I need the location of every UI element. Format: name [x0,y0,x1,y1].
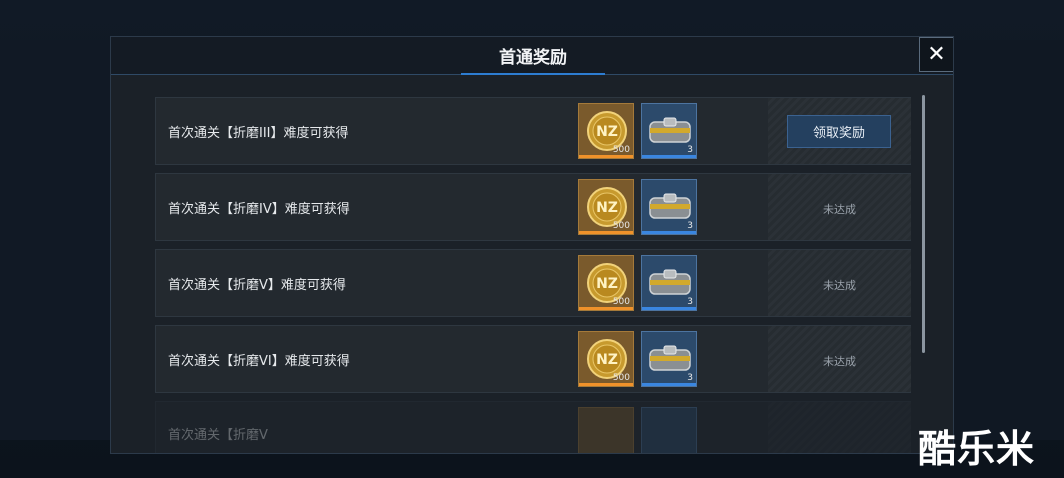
coin-reward-slot[interactable]: NZ 500 [578,179,634,235]
chest-reward-slot[interactable]: 3 [641,179,697,235]
status-area: 未达成 [768,326,911,392]
modal-header: 首通奖励 ✕ [111,37,953,75]
rarity-bar [579,155,633,158]
chest-quantity: 3 [687,373,693,383]
supply-chest-icon [649,117,691,143]
rarity-bar [642,307,696,310]
reward-row-label: 首次通关【折磨V [168,428,268,443]
supply-chest-icon [649,345,691,371]
claim-reward-button[interactable]: 领取奖励 [787,115,891,148]
coin-reward-slot[interactable]: NZ 500 [578,255,634,311]
supply-chest-icon [649,193,691,219]
coin-quantity: 500 [612,373,630,383]
svg-text:NZ: NZ [596,352,618,368]
chest-reward-slot[interactable]: 3 [641,331,697,387]
chest-quantity: 3 [687,297,693,307]
modal-title: 首通奖励 [499,48,567,68]
rarity-bar [642,155,696,158]
chest-reward-slot[interactable]: 3 [641,255,697,311]
watermark: 酷乐米 [918,427,1036,471]
reward-row-label: 首次通关【折磨IV】难度可获得 [168,202,350,217]
rarity-bar [579,231,633,234]
chest-quantity: 3 [687,145,693,155]
reward-row: 首次通关【折磨V [155,401,911,453]
status-not-achieved: 未达成 [823,355,856,368]
scrollbar[interactable] [922,95,925,353]
coin-quantity: 500 [612,221,630,231]
first-clear-rewards-modal: 首通奖励 ✕ 首次通关【折磨III】难度可获得 NZ 500 3 领取奖励 首次… [110,36,954,454]
status-not-achieved: 未达成 [823,279,856,292]
coin-quantity: 500 [612,145,630,155]
status-area [768,402,911,453]
rarity-bar [642,383,696,386]
reward-row-label: 首次通关【折磨V】难度可获得 [168,278,346,293]
coin-reward-slot[interactable]: NZ 500 [578,103,634,159]
status-area: 未达成 [768,250,911,316]
reward-row: 首次通关【折磨V】难度可获得 NZ 500 3 未达成 [155,249,911,317]
background-left-panel [0,40,110,440]
chest-reward-slot[interactable] [641,407,697,453]
chest-quantity: 3 [687,221,693,231]
coin-quantity: 500 [612,297,630,307]
svg-text:NZ: NZ [596,276,618,292]
rarity-bar [579,307,633,310]
close-icon: ✕ [927,41,946,67]
reward-row: 首次通关【折磨III】难度可获得 NZ 500 3 领取奖励 [155,97,911,165]
supply-chest-icon [649,269,691,295]
reward-row: 首次通关【折磨IV】难度可获得 NZ 500 3 未达成 [155,173,911,241]
status-area: 领取奖励 [768,98,911,164]
reward-row-label: 首次通关【折磨VI】难度可获得 [168,354,350,369]
rarity-bar [579,383,633,386]
coin-reward-slot[interactable]: NZ 500 [578,331,634,387]
status-area: 未达成 [768,174,911,240]
svg-text:NZ: NZ [596,200,618,216]
title-underline [461,73,605,75]
svg-text:NZ: NZ [596,124,618,140]
background-right-panel [954,40,1064,440]
chest-reward-slot[interactable]: 3 [641,103,697,159]
reward-row: 首次通关【折磨VI】难度可获得 NZ 500 3 未达成 [155,325,911,393]
status-not-achieved: 未达成 [823,203,856,216]
coin-reward-slot[interactable] [578,407,634,453]
close-button[interactable]: ✕ [919,37,953,72]
reward-list[interactable]: 首次通关【折磨III】难度可获得 NZ 500 3 领取奖励 首次通关【折磨IV… [155,97,911,453]
rarity-bar [642,231,696,234]
reward-row-label: 首次通关【折磨III】难度可获得 [168,126,349,141]
